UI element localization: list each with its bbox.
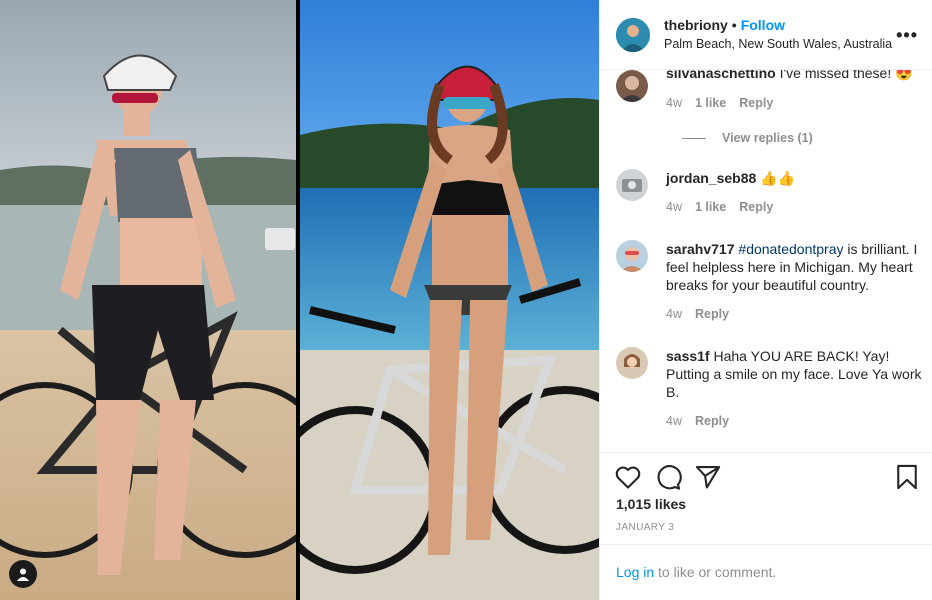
post-media[interactable] — [0, 0, 599, 600]
comment-username[interactable]: sarahv717 — [666, 241, 735, 257]
paper-plane-icon[interactable] — [694, 463, 722, 491]
login-link[interactable]: Log in — [616, 564, 654, 580]
likes-count[interactable]: 1,015 likes — [616, 496, 686, 512]
post-actions: 1,015 likes JANUARY 3 — [600, 452, 932, 544]
view-replies-button[interactable]: View replies (1) — [682, 131, 813, 145]
comment-text: 👍👍 — [760, 170, 796, 186]
comment-username[interactable]: silvanaschettino — [666, 70, 776, 81]
commenter-avatar[interactable] — [616, 347, 648, 379]
view-replies-label: View replies (1) — [722, 131, 813, 145]
post-header: thebriony • Follow Palm Beach, New South… — [600, 0, 932, 70]
post-side-panel: thebriony • Follow Palm Beach, New South… — [599, 0, 932, 600]
comment-meta: 4w 1 like Reply — [666, 200, 786, 214]
comment-meta: 4w Reply — [666, 307, 742, 321]
comment-likes[interactable]: 1 like — [695, 200, 726, 214]
comment-likes[interactable]: 1 like — [695, 96, 726, 110]
photo-cyclist-beach-right — [300, 0, 599, 600]
comment-age[interactable]: 4w — [666, 96, 682, 110]
comments-list[interactable]: silvanaschettino I've missed these! 😍 4w… — [600, 70, 932, 452]
comment-age[interactable]: 4w — [666, 307, 682, 321]
comment-username[interactable]: sass1f — [666, 348, 710, 364]
post-date[interactable]: JANUARY 3 — [616, 522, 674, 533]
commenter-avatar[interactable] — [616, 70, 648, 102]
comment-icon[interactable] — [654, 463, 682, 491]
comment-text: I've missed these! 😍 — [779, 70, 913, 81]
reply-button[interactable]: Reply — [739, 96, 773, 110]
post-location[interactable]: Palm Beach, New South Wales, Australia — [664, 35, 892, 53]
more-options-icon[interactable]: ••• — [896, 25, 918, 46]
commenter-avatar[interactable] — [616, 169, 648, 201]
comment-meta: 4w 1 like Reply — [666, 96, 786, 110]
follow-button[interactable]: Follow — [741, 16, 785, 34]
reply-button[interactable]: Reply — [695, 307, 729, 321]
login-prompt-text: to like or comment. — [654, 564, 777, 580]
author-avatar[interactable] — [616, 17, 650, 52]
reply-button[interactable]: Reply — [739, 200, 773, 214]
tagged-user-icon[interactable] — [9, 560, 37, 588]
header-separator: • — [731, 17, 737, 33]
login-prompt: Log in to like or comment. — [600, 544, 932, 600]
reply-button[interactable]: Reply — [695, 414, 729, 428]
author-username[interactable]: thebriony — [664, 16, 728, 34]
comment-age[interactable]: 4w — [666, 200, 682, 214]
heart-icon[interactable] — [614, 463, 642, 491]
comment-age[interactable]: 4w — [666, 414, 682, 428]
comment-username[interactable]: jordan_seb88 — [666, 170, 756, 186]
comment-hashtag[interactable]: #donatedontpray — [738, 241, 843, 257]
commenter-avatar[interactable] — [616, 240, 648, 272]
replies-divider — [682, 137, 706, 139]
bookmark-icon[interactable] — [893, 463, 921, 491]
photo-cyclist-beach-left — [0, 0, 296, 600]
comment-meta: 4w Reply — [666, 414, 742, 428]
